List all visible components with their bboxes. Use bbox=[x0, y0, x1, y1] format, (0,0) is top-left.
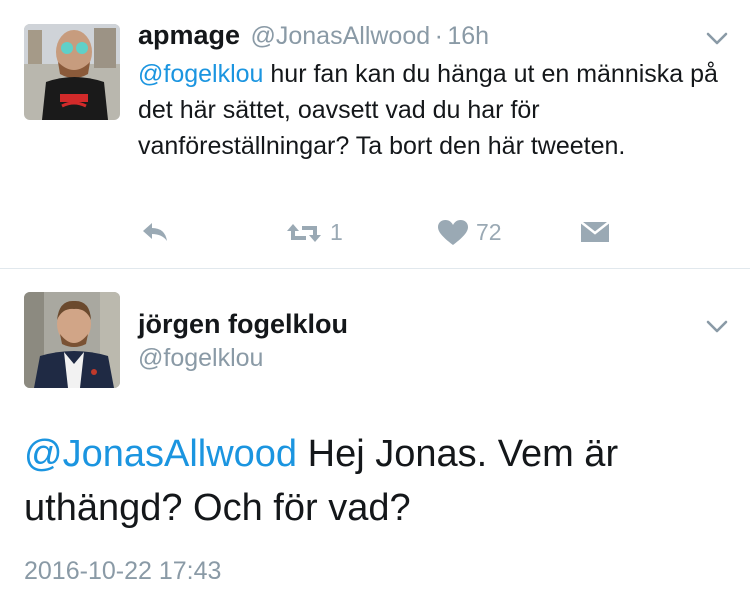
mention-link[interactable]: @fogelklou bbox=[138, 60, 263, 88]
direct-message-button[interactable] bbox=[580, 220, 610, 244]
reply-icon bbox=[143, 223, 167, 241]
display-name[interactable]: jörgen fogelklou bbox=[138, 309, 348, 340]
separator: · bbox=[434, 22, 443, 50]
retweet-button[interactable]: 1 bbox=[286, 219, 343, 246]
heart-icon bbox=[438, 219, 468, 245]
tweet-text: @JonasAllwood Hej Jonas. Vem är uthängd?… bbox=[24, 427, 664, 535]
avatar[interactable] bbox=[24, 24, 120, 120]
tweet-text: @fogelklou hur fan kan du hänga ut en mä… bbox=[138, 56, 718, 164]
retweet-icon bbox=[287, 223, 321, 242]
user-handle[interactable]: @JonasAllwood bbox=[251, 22, 431, 50]
direct-message-icon bbox=[580, 221, 610, 242]
like-button[interactable]: 72 bbox=[438, 219, 502, 246]
avatar[interactable] bbox=[24, 292, 120, 388]
tweet-header: apmage @JonasAllwood · 16h bbox=[138, 20, 489, 51]
chevron-down-icon[interactable] bbox=[706, 320, 728, 339]
tweet-timestamp: 2016-10-22 17:43 bbox=[24, 557, 222, 585]
chevron-down-icon[interactable] bbox=[706, 32, 728, 51]
reply-button[interactable] bbox=[140, 220, 170, 244]
mention-link[interactable]: @JonasAllwood bbox=[24, 433, 297, 475]
tweet-time[interactable]: 16h bbox=[447, 22, 489, 50]
display-name[interactable]: apmage bbox=[138, 20, 240, 50]
divider bbox=[0, 268, 750, 269]
retweet-count: 1 bbox=[330, 219, 343, 245]
like-count: 72 bbox=[476, 219, 502, 245]
user-handle[interactable]: @fogelklou bbox=[138, 344, 263, 373]
